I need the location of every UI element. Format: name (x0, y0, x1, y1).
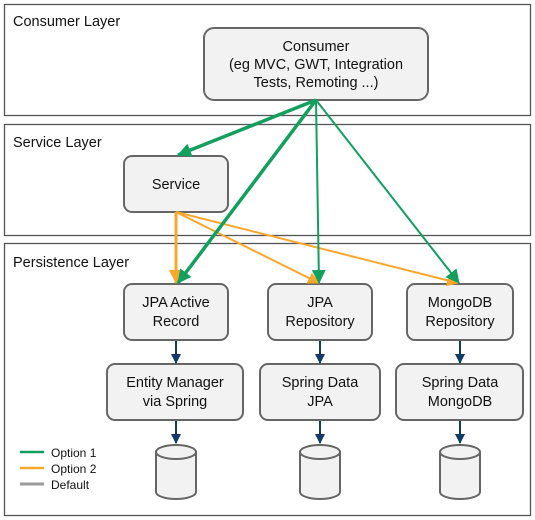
entity-manager-label: via Spring (143, 394, 207, 410)
entity-manager-label: Entity Manager (126, 375, 224, 391)
spring-data-jpa-node: Spring Data JPA (259, 363, 381, 421)
consumer-label: (eg MVC, GWT, Integration (229, 57, 403, 73)
jpa-repository-label: JPA (307, 295, 333, 311)
spring-data-jpa-label: Spring Data (282, 375, 360, 391)
entity-manager-node: Entity Manager via Spring (106, 363, 244, 421)
spring-data-mongodb-node: Spring Data MongoDB (395, 363, 524, 421)
jpa-active-record-label: Record (153, 314, 200, 330)
jpa-active-record-label: JPA Active (142, 295, 209, 311)
service-node: Service (123, 155, 229, 213)
mongodb-repository-label: MongoDB (428, 295, 492, 311)
database-icon (154, 444, 197, 500)
legend: Option 1 Option 2 Default (20, 446, 97, 492)
jpa-repository-label: Repository (285, 314, 355, 330)
jpa-active-record-node: JPA Active Record (123, 283, 229, 341)
spring-data-mongodb-label: Spring Data (422, 375, 500, 391)
legend-label-default: Default (51, 478, 90, 492)
jpa-repository-node: JPA Repository (267, 283, 373, 341)
mongodb-repository-node: MongoDB Repository (406, 283, 514, 341)
mongodb-repository-label: Repository (425, 314, 495, 330)
legend-label-option2: Option 2 (51, 462, 97, 476)
consumer-node: Consumer (eg MVC, GWT, Integration Tests… (203, 27, 429, 101)
legend-label-option1: Option 1 (51, 446, 97, 460)
service-layer-title: Service Layer (13, 135, 102, 151)
architecture-diagram: Consumer Layer Service Layer Persistence… (3, 3, 532, 517)
consumer-layer-title: Consumer Layer (13, 14, 120, 30)
service-label: Service (152, 177, 200, 193)
database-icon (438, 444, 481, 500)
persistence-layer-title: Persistence Layer (13, 255, 129, 271)
consumer-label: Consumer (283, 39, 350, 55)
spring-data-jpa-label: JPA (307, 394, 333, 410)
service-layer: Service Layer (3, 123, 532, 237)
database-icon (298, 444, 341, 500)
spring-data-mongodb-label: MongoDB (428, 394, 492, 410)
consumer-label: Tests, Remoting ...) (254, 75, 379, 91)
